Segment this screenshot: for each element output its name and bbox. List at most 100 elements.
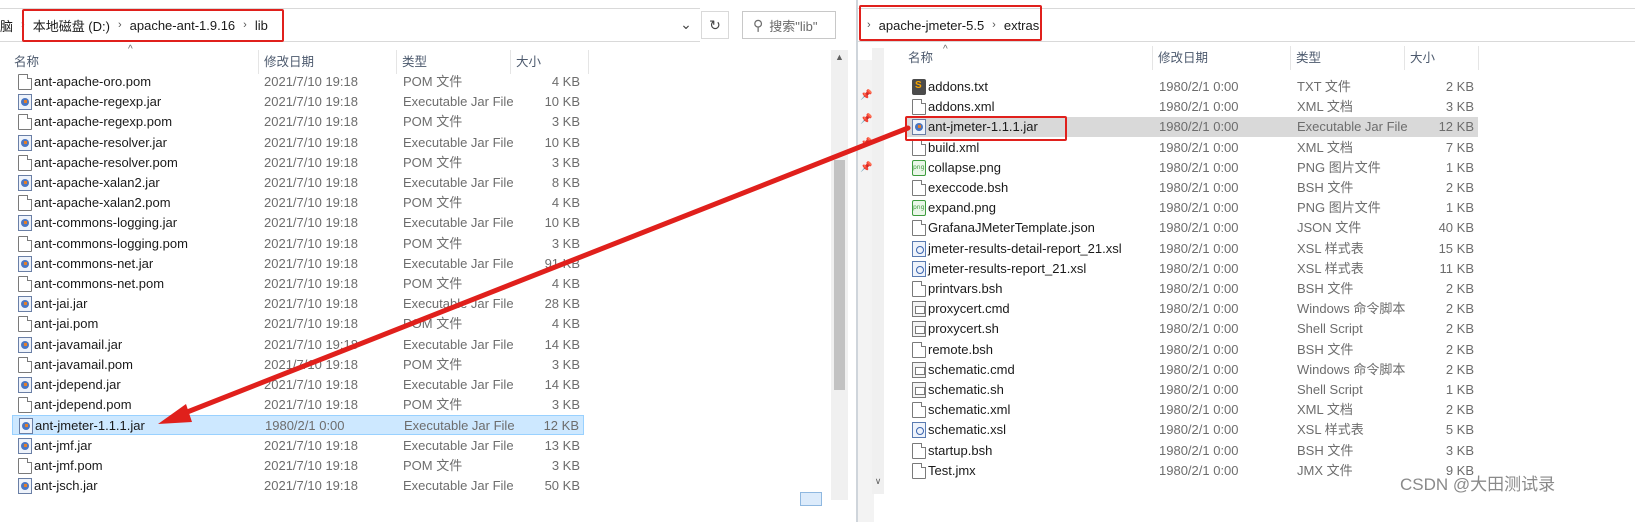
- file-type: POM 文件: [403, 154, 463, 170]
- file-row[interactable]: addons.txt 1980/2/1 0:00 TXT 文件 2 KB: [906, 77, 1478, 97]
- file-row[interactable]: ant-apache-resolver.jar 2021/7/10 19:18 Ex…: [12, 133, 584, 153]
- refresh-icon[interactable]: ↻: [701, 11, 729, 39]
- file-type: XML 文档: [1297, 402, 1353, 418]
- file-row[interactable]: ant-jmf.pom 2021/7/10 19:18 POM 文件 3 KB: [12, 456, 584, 476]
- file-row[interactable]: ant-jdepend.pom 2021/7/10 19:18 POM 文件 3 KB: [12, 395, 584, 415]
- pin-icon[interactable]: 📌: [860, 114, 872, 125]
- file-name: ant-jdepend.jar: [34, 377, 121, 392]
- file-type: Executable Jar File: [403, 336, 514, 352]
- file-row[interactable]: remote.bsh 1980/2/1 0:00 BSH 文件 2 KB: [906, 340, 1478, 360]
- file-row[interactable]: Test.jmx 1980/2/1 0:00 JMX 文件 9 KB: [906, 461, 1478, 481]
- file-date: 2021/7/10 19:18: [264, 215, 358, 231]
- file-size: 3 KB: [551, 235, 580, 251]
- search-input[interactable]: ⚲ 搜索"lib": [742, 11, 836, 39]
- file-type: Windows 命令脚本: [1297, 361, 1406, 377]
- file-row[interactable]: ant-jai.jar 2021/7/10 19:18 Executable Jar…: [12, 294, 584, 314]
- file-row[interactable]: ant-jmf.jar 2021/7/10 19:18 Executable Jar…: [12, 436, 584, 456]
- file-row[interactable]: execcode.bsh 1980/2/1 0:00 BSH 文件 2 KB: [906, 178, 1478, 198]
- file-row[interactable]: ant-commons-net.jar 2021/7/10 19:18 Execut…: [12, 254, 584, 274]
- file-name: schematic.cmd: [928, 361, 1015, 377]
- column-header-type[interactable]: 类型: [1291, 46, 1405, 70]
- file-row[interactable]: jmeter-results-report_21.xsl 1980/2/1 0:0…: [906, 259, 1478, 279]
- document-icon: [18, 397, 32, 414]
- file-row[interactable]: ant-commons-logging.jar 2021/7/10 19:18 Ex…: [12, 213, 584, 233]
- file-row[interactable]: schematic.xml 1980/2/1 0:00 XML 文档 2 KB: [906, 400, 1478, 420]
- file-row[interactable]: ant-apache-xalan2.jar 2021/7/10 19:18 Exec…: [12, 173, 584, 193]
- jar-file-icon: [18, 437, 32, 454]
- file-row[interactable]: ant-apache-oro.pom 2021/7/10 19:18 POM 文件 4…: [12, 72, 584, 92]
- file-size: 7 KB: [1445, 139, 1474, 155]
- scrollbar-thumb[interactable]: [834, 160, 845, 390]
- pin-icon[interactable]: 📌: [860, 90, 872, 101]
- file-row[interactable]: schematic.xsl 1980/2/1 0:00 XSL 样式表 5 KB: [906, 420, 1478, 440]
- file-row[interactable]: ant-apache-xalan2.pom 2021/7/10 19:18 POM …: [12, 193, 584, 213]
- file-name: addons.xml: [928, 99, 995, 115]
- file-row[interactable]: schematic.cmd 1980/2/1 0:00 Windows 命令脚本 2 …: [906, 360, 1478, 380]
- file-row[interactable]: printvars.bsh 1980/2/1 0:00 BSH 文件 2 KB: [906, 279, 1478, 299]
- file-row[interactable]: ant-commons-logging.pom 2021/7/10 19:18 PO…: [12, 234, 584, 254]
- script-file-icon: [912, 382, 926, 398]
- file-row[interactable]: ant-apache-resolver.pom 2021/7/10 19:18 PO…: [12, 153, 584, 173]
- file-type: Executable Jar File: [403, 255, 514, 271]
- file-row[interactable]: schematic.sh 1980/2/1 0:00 Shell Script 1 K…: [906, 380, 1478, 400]
- search-placeholder: 搜索"lib": [769, 18, 818, 34]
- file-type: Executable Jar File: [403, 175, 514, 190]
- jar-file-icon: [18, 336, 32, 353]
- scroll-down-arrow-icon[interactable]: ∨: [872, 476, 884, 487]
- file-size: 4 KB: [551, 316, 580, 332]
- pin-icon[interactable]: 📌: [860, 138, 872, 149]
- file-row[interactable]: addons.xml 1980/2/1 0:00 XML 文档 3 KB: [906, 97, 1478, 117]
- file-size: 12 KB: [1438, 119, 1474, 135]
- file-row[interactable]: proxycert.sh 1980/2/1 0:00 Shell Script 2 K…: [906, 319, 1478, 339]
- file-row[interactable]: ant-jsch.jar 2021/7/10 19:18 Executable Ja…: [12, 476, 584, 496]
- file-type: JMX 文件: [1297, 462, 1353, 478]
- file-size: 10 KB: [544, 215, 580, 231]
- file-row[interactable]: ant-jai.pom 2021/7/10 19:18 POM 文件 4 KB: [12, 314, 584, 334]
- file-type: PNG 图片文件: [1297, 159, 1381, 175]
- file-row[interactable]: ant-javamail.jar 2021/7/10 19:18 Executabl…: [12, 335, 584, 355]
- vertical-scrollbar[interactable]: ▲: [831, 50, 848, 500]
- file-row[interactable]: expand.png 1980/2/1 0:00 PNG 图片文件 1 KB: [906, 198, 1478, 218]
- file-row[interactable]: ant-jmeter-1.1.1.jar 1980/2/1 0:00 Executa…: [12, 415, 584, 436]
- pin-icon[interactable]: 📌: [860, 162, 872, 173]
- file-row[interactable]: startup.bsh 1980/2/1 0:00 BSH 文件 3 KB: [906, 441, 1478, 461]
- document-icon: [912, 341, 926, 358]
- column-header-date[interactable]: 修改日期: [1153, 46, 1291, 70]
- file-row[interactable]: collapse.png 1980/2/1 0:00 PNG 图片文件 1 KB: [906, 158, 1478, 178]
- chevron-down-icon[interactable]: ⌄: [672, 9, 700, 39]
- stylesheet-file-icon: [912, 422, 926, 439]
- file-size: 40 KB: [1438, 220, 1474, 236]
- column-header-size[interactable]: 大小: [1405, 46, 1479, 70]
- column-header-size[interactable]: 大小: [511, 50, 589, 74]
- view-toggle-icon[interactable]: [800, 492, 822, 506]
- column-header-date[interactable]: 修改日期: [259, 50, 397, 74]
- scroll-up-arrow-icon[interactable]: ▲: [831, 52, 848, 62]
- file-row[interactable]: ant-apache-regexp.jar 2021/7/10 19:18 Exec…: [12, 92, 584, 112]
- file-size: 1 KB: [1445, 159, 1474, 175]
- jar-file-icon: [19, 418, 33, 435]
- file-name: jmeter-results-detail-report_21.xsl: [928, 240, 1122, 256]
- right-explorer-window: › apache-jmeter-5.5 › extras 📌 📌 📌 📌 ^ 名…: [858, 0, 1635, 522]
- file-date: 1980/2/1 0:00: [1159, 341, 1239, 357]
- file-date: 1980/2/1 0:00: [1159, 119, 1239, 135]
- file-row[interactable]: ant-javamail.pom 2021/7/10 19:18 POM 文件 3 K…: [12, 355, 584, 375]
- column-header-name[interactable]: 名称: [9, 50, 259, 74]
- file-date: 2021/7/10 19:18: [264, 356, 358, 372]
- column-header-name[interactable]: 名称: [903, 46, 1153, 70]
- file-name: proxycert.sh: [928, 321, 999, 337]
- watermark: CSDN @大田测试录: [1400, 475, 1556, 494]
- file-name: ant-jdepend.pom: [34, 397, 132, 413]
- file-row[interactable]: proxycert.cmd 1980/2/1 0:00 Windows 命令脚本 2 …: [906, 299, 1478, 319]
- file-name: ant-apache-xalan2.pom: [34, 195, 171, 211]
- file-row[interactable]: ant-commons-net.pom 2021/7/10 19:18 POM 文件…: [12, 274, 584, 294]
- column-header-type[interactable]: 类型: [397, 50, 511, 74]
- file-row[interactable]: jmeter-results-detail-report_21.xsl 1980/…: [906, 239, 1478, 259]
- file-row[interactable]: GrafanaJMeterTemplate.json 1980/2/1 0:00 J…: [906, 218, 1478, 238]
- vertical-scrollbar-right[interactable]: ∨: [872, 48, 884, 494]
- file-row[interactable]: ant-jdepend.jar 2021/7/10 19:18 Executable…: [12, 375, 584, 395]
- file-name: addons.txt: [928, 79, 988, 94]
- breadcrumb-item-pc[interactable]: 脑: [0, 16, 19, 35]
- file-name: ant-apache-regexp.jar: [34, 94, 162, 110]
- file-row[interactable]: ant-apache-regexp.pom 2021/7/10 19:18 POM …: [12, 112, 584, 132]
- file-name: jmeter-results-report_21.xsl: [928, 260, 1087, 276]
